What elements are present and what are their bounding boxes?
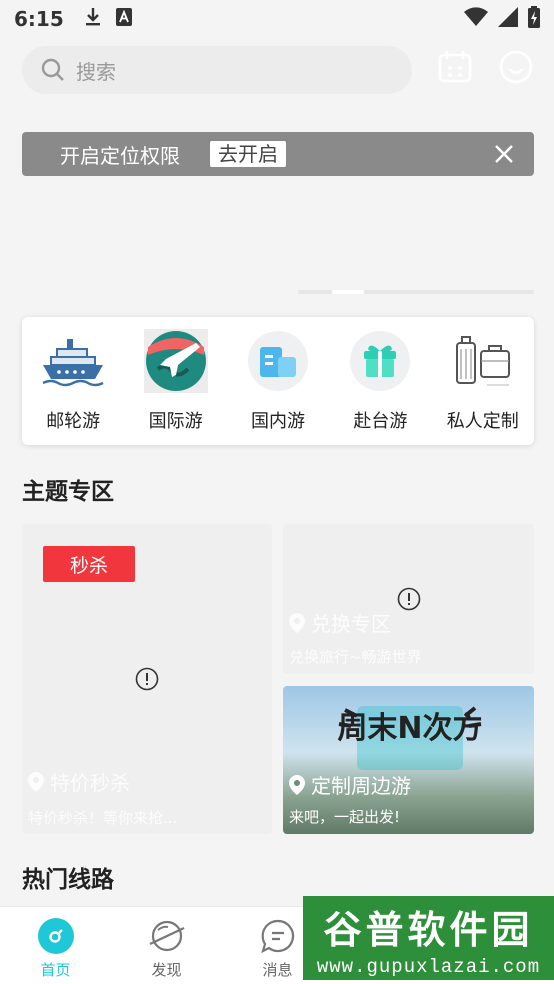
exchange-title: 兑换专区 xyxy=(311,612,391,636)
gift-box-icon xyxy=(348,329,412,393)
seckill-subtitle: 特价秒杀！等你来抢... xyxy=(28,809,178,827)
category-label: 国内游 xyxy=(250,411,305,432)
weekend-title: 定制周边游 xyxy=(311,774,411,798)
wifi-icon xyxy=(464,6,488,32)
location-prompt-text: 开启定位权限 xyxy=(60,143,180,168)
search-row: 搜索 xyxy=(22,45,534,95)
search-icon xyxy=(41,58,64,81)
exchange-title-row: 兑换专区 xyxy=(289,608,391,637)
category-label: 国际游 xyxy=(148,411,203,432)
category-label: 私人定制 xyxy=(446,411,519,432)
weekend-subtitle: 来吧，一起出发! xyxy=(289,808,401,826)
category-label: 赴台游 xyxy=(353,411,408,432)
exchange-subtitle: 兑换旅行~畅游世界 xyxy=(289,648,422,666)
image-error-icon xyxy=(397,587,421,611)
location-permission-bar: 开启定位权限 去开启 xyxy=(22,132,534,176)
signal-icon xyxy=(498,6,518,32)
download-icon xyxy=(84,7,102,32)
tab-label: 首页 xyxy=(40,961,71,979)
location-pin-icon xyxy=(28,771,44,792)
category-card: 邮轮游 国际游 国内游 赴台游 私人定制 xyxy=(22,317,534,445)
domestic-buildings-icon xyxy=(246,329,310,393)
battery-charging-icon xyxy=(528,5,540,33)
carousel-track xyxy=(364,290,534,294)
search-placeholder: 搜索 xyxy=(76,59,116,84)
carousel-dot xyxy=(298,290,332,294)
tab-discover[interactable]: 发现 xyxy=(111,907,222,984)
app-notification-icon xyxy=(115,7,132,31)
search-input[interactable]: 搜索 xyxy=(22,46,412,94)
weekend-poster-graphic: 周末N次方 xyxy=(337,706,483,770)
status-bar: 6:15 xyxy=(0,0,554,38)
location-pin-icon xyxy=(289,612,305,633)
message-icon[interactable] xyxy=(497,48,535,86)
cruise-ship-icon xyxy=(41,329,105,393)
watermark-title: 谷普软件园 xyxy=(323,906,534,952)
watermark-url: www.gupuxlazai.com xyxy=(316,955,541,978)
weekend-trip-card[interactable]: 周末N次方 定制周边游 来吧，一起出发! xyxy=(283,686,534,834)
chat-icon xyxy=(259,917,297,955)
tab-home[interactable]: 首页 xyxy=(0,907,111,984)
tab-label: 消息 xyxy=(262,961,293,979)
seckill-title-row: 特价秒杀 xyxy=(28,767,130,796)
luggage-icon xyxy=(451,329,515,393)
category-label: 邮轮游 xyxy=(46,411,101,432)
watermark-logo: 谷普软件园 www.gupuxlazai.com xyxy=(303,896,554,980)
category-private-custom[interactable]: 私人定制 xyxy=(435,329,531,433)
seckill-title: 特价秒杀 xyxy=(50,771,130,795)
category-cruise[interactable]: 邮轮游 xyxy=(25,329,121,433)
globe-plane-icon xyxy=(143,329,208,393)
planet-icon xyxy=(148,917,186,955)
weekend-poster-text: 周末N次方 xyxy=(337,711,482,746)
hot-routes-title: 热门线路 xyxy=(22,867,114,893)
weekend-title-row: 定制周边游 xyxy=(289,770,411,799)
category-taiwan[interactable]: 赴台游 xyxy=(332,329,428,433)
status-time: 6:15 xyxy=(14,7,64,31)
theme-section-title: 主题专区 xyxy=(22,479,114,505)
home-icon xyxy=(37,917,75,955)
scan-icon[interactable] xyxy=(436,48,474,86)
tab-label: 发现 xyxy=(151,961,182,979)
category-domestic[interactable]: 国内游 xyxy=(230,329,326,433)
seckill-badge: 秒杀 xyxy=(43,546,135,582)
enable-location-button[interactable]: 去开启 xyxy=(210,141,286,167)
carousel-dot-active xyxy=(332,290,364,294)
location-pin-icon xyxy=(289,774,305,795)
seckill-card[interactable]: 秒杀 特价秒杀 特价秒杀！等你来抢... xyxy=(22,524,272,834)
image-error-icon xyxy=(135,667,159,691)
category-international[interactable]: 国际游 xyxy=(128,329,224,433)
close-icon[interactable] xyxy=(490,140,518,168)
exchange-card[interactable]: 兑换专区 兑换旅行~畅游世界 xyxy=(283,524,534,674)
